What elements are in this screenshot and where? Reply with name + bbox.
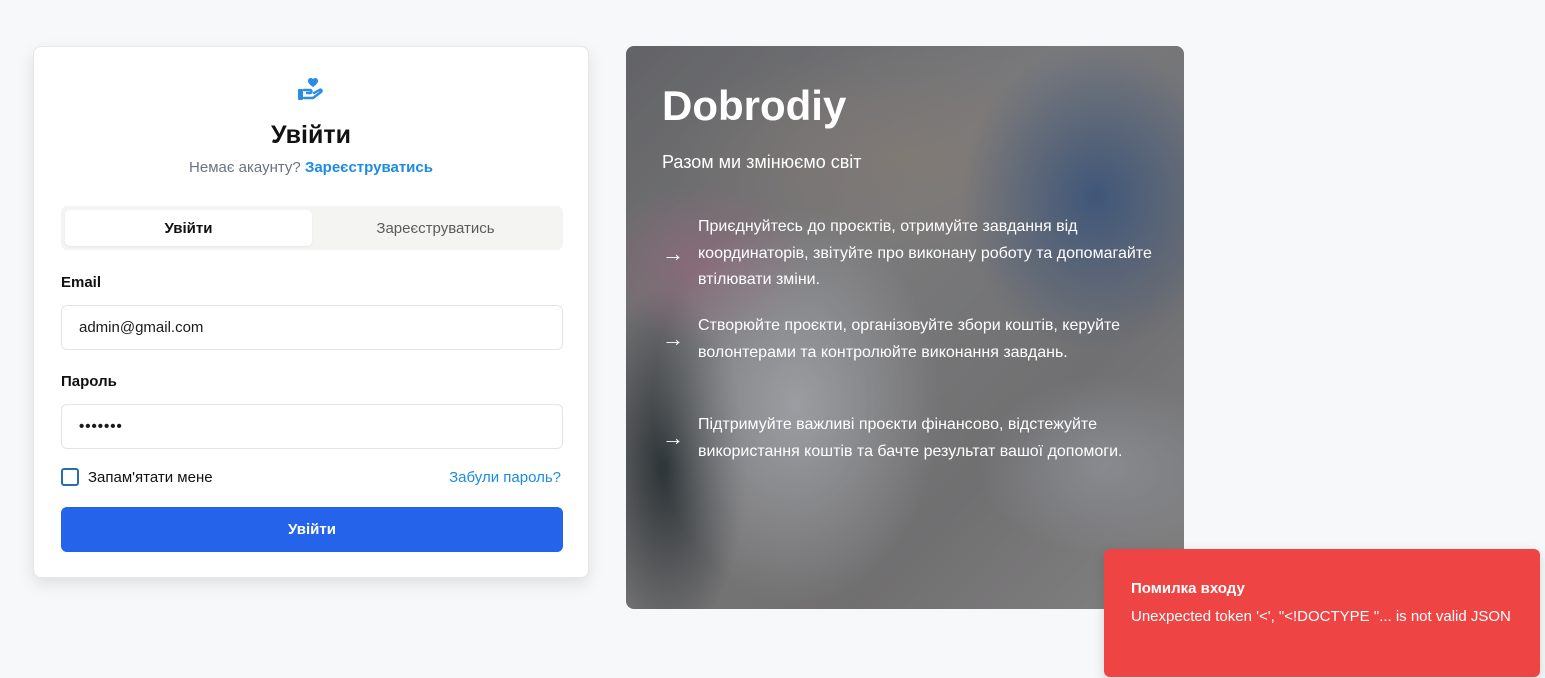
feature-item: → Підтримуйте важливі проєкти фінансово,… [662, 412, 1152, 465]
arrow-right-icon: → [662, 326, 684, 352]
login-card: Увійти Немає акаунту? Зареєструватись Ув… [33, 46, 589, 578]
login-button[interactable]: Увійти [61, 507, 563, 552]
forgot-password-link[interactable]: Забули пароль? [449, 469, 561, 486]
page: Увійти Немає акаунту? Зареєструватись Ув… [0, 0, 1545, 678]
brand-tagline: Разом ми змінюємо світ [662, 152, 862, 172]
hero-panel: Dobrodiy Разом ми змінюємо світ → Приєдн… [626, 46, 1184, 609]
remember-me[interactable]: Запам'ятати мене [61, 468, 213, 486]
feature-item: → Приєднуйтесь до проєктів, отримуйте за… [662, 214, 1152, 294]
password-field[interactable]: ••••••• [61, 404, 563, 449]
no-account-text: Немає акаунту? [189, 159, 301, 176]
toast-message: Unexpected token '<', "<!DOCTYPE "... is… [1131, 608, 1511, 625]
auth-tabs: Увійти Зареєструватись [61, 206, 563, 250]
no-account-line: Немає акаунту? Зареєструватись [34, 159, 588, 176]
tab-register[interactable]: Зареєструватись [312, 210, 559, 246]
error-toast[interactable]: Помилка входу Unexpected token '<', "<!D… [1104, 549, 1540, 677]
remember-checkbox[interactable] [61, 468, 79, 486]
feature-text: Створюйте проєкти, організовуйте збори к… [698, 317, 1121, 361]
arrow-right-icon: → [662, 240, 684, 266]
email-field[interactable]: admin@gmail.com [61, 305, 563, 350]
hand-heart-icon [298, 77, 323, 100]
arrow-right-icon: → [662, 425, 684, 451]
feature-item: → Створюйте проєкти, організовуйте збори… [662, 313, 1152, 366]
register-link[interactable]: Зареєструватись [305, 159, 433, 176]
email-label: Email [61, 274, 102, 291]
tab-login[interactable]: Увійти [65, 210, 312, 246]
brand-title: Dobrodiy [662, 82, 847, 129]
page-title: Увійти [271, 121, 351, 149]
toast-title: Помилка входу [1131, 580, 1245, 597]
password-label: Пароль [61, 373, 117, 390]
remember-label: Запам'ятати мене [88, 468, 213, 486]
feature-text: Приєднуйтесь до проєктів, отримуйте завд… [698, 218, 1152, 288]
feature-text: Підтримуйте важливі проєкти фінансово, в… [698, 416, 1123, 460]
